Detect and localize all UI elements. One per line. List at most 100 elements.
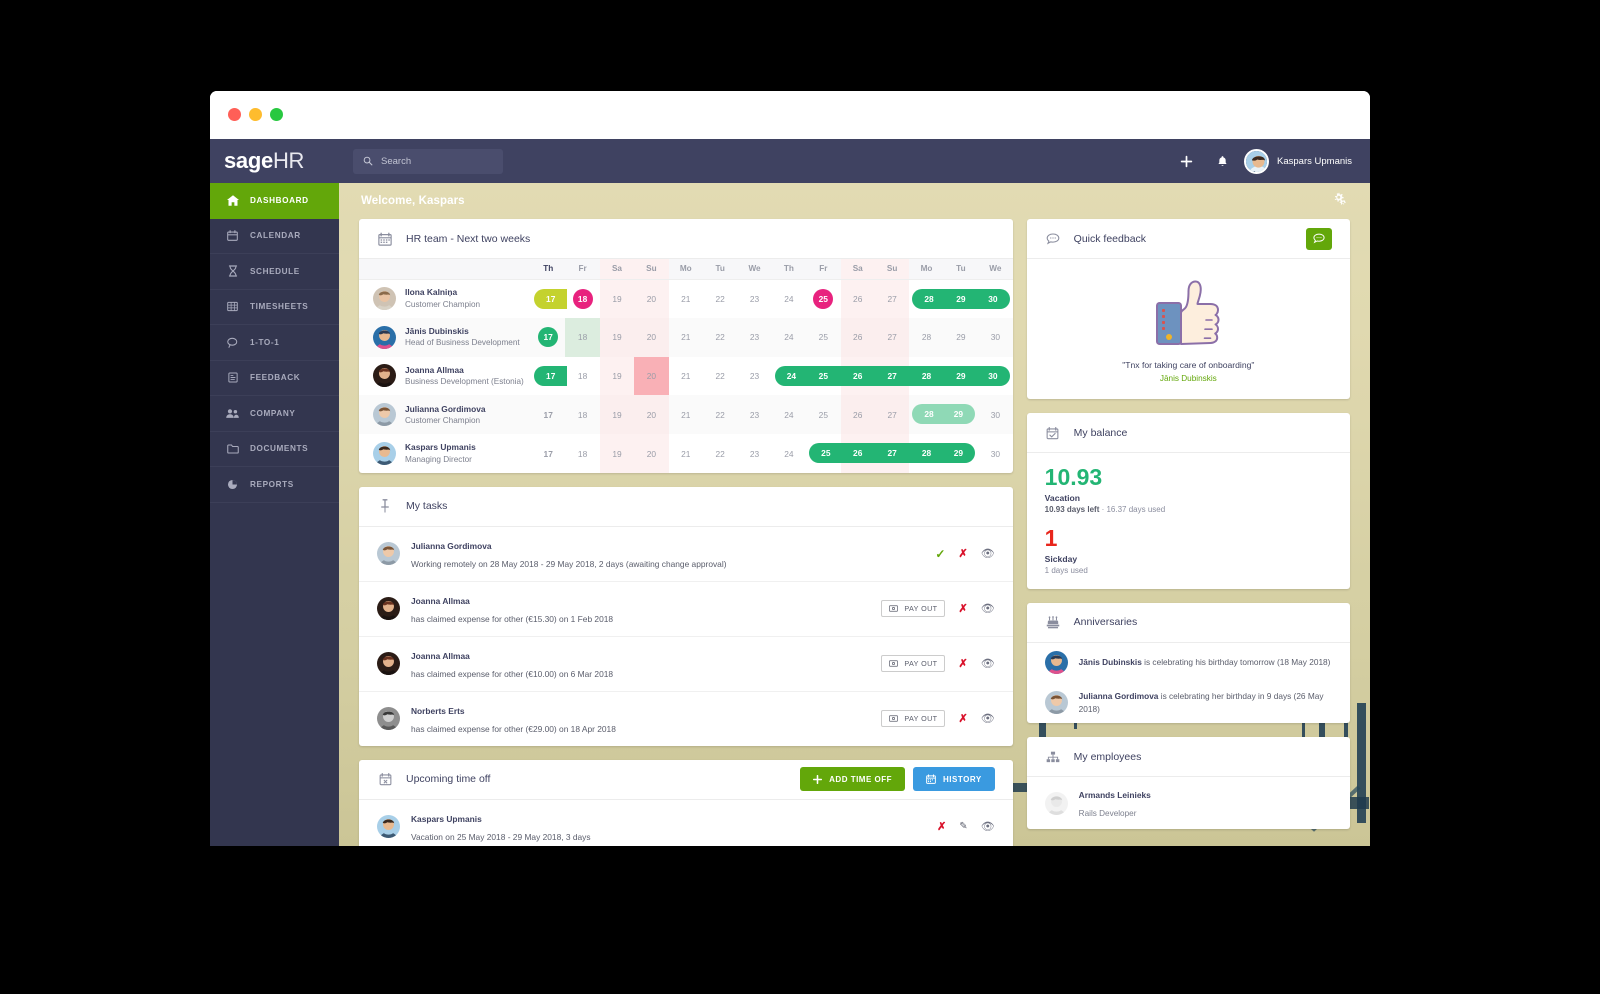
calendar-day-cell[interactable]: 17 bbox=[531, 317, 566, 357]
calendar-day-cell[interactable]: 26 bbox=[840, 395, 875, 435]
calendar-day-cell[interactable]: 24 bbox=[771, 395, 807, 435]
time-off-pill[interactable]: 30 bbox=[976, 365, 1010, 386]
sidebar-item-1to1[interactable]: 1-TO-1 bbox=[210, 325, 339, 361]
view-eye-icon[interactable]: 👁 bbox=[981, 602, 995, 615]
calendar-day-cell[interactable]: 18 bbox=[565, 357, 599, 396]
calendar-day-cell[interactable]: 22 bbox=[702, 395, 738, 435]
calendar-day-cell[interactable]: 30 bbox=[976, 279, 1013, 318]
sidebar-item-timesheets[interactable]: TIMESHEETS bbox=[210, 290, 339, 325]
table-row[interactable]: Jānis Dubinskis Head of Business Developm… bbox=[359, 317, 1013, 357]
calendar-day-cell[interactable]: 30 bbox=[976, 357, 1013, 396]
calendar-day-cell[interactable]: 27 bbox=[874, 279, 910, 318]
calendar-day-cell[interactable]: 21 bbox=[669, 279, 703, 318]
calendar-day-cell[interactable]: 17 bbox=[531, 357, 568, 396]
time-off-pill[interactable]: 26 bbox=[838, 365, 877, 386]
calendar-day-cell[interactable]: 23 bbox=[737, 317, 772, 357]
pay-out-button[interactable]: PAY OUT bbox=[881, 655, 946, 673]
time-off-pill[interactable]: 29 bbox=[941, 365, 981, 386]
task-row[interactable]: Julianna Gordimova Working remotely on 28… bbox=[359, 527, 1013, 582]
table-row[interactable]: Kaspars Upmanis Managing Director 17 18 19 20… bbox=[359, 434, 1013, 473]
calendar-day-cell[interactable]: 18 bbox=[565, 317, 600, 357]
calendar-day-cell[interactable]: 29 bbox=[941, 279, 981, 318]
calendar-day-cell[interactable]: 21 bbox=[668, 395, 703, 435]
sidebar-item-reports[interactable]: REPORTS bbox=[210, 467, 339, 503]
sidebar-item-dashboard[interactable]: DASHBOARD bbox=[210, 183, 339, 219]
calendar-day-cell[interactable]: 27 bbox=[872, 434, 912, 473]
time-off-pill[interactable]: 29 bbox=[941, 404, 976, 425]
calendar-day-cell[interactable]: 22 bbox=[703, 357, 737, 396]
time-off-pill[interactable]: 25 bbox=[804, 365, 843, 386]
balance-entry[interactable]: 1 Sickday 1 days used bbox=[1045, 525, 1332, 574]
gears-icon[interactable] bbox=[1332, 192, 1348, 211]
view-eye-icon[interactable]: 👁 bbox=[981, 547, 995, 560]
calendar-day-cell[interactable]: 29 bbox=[941, 357, 981, 396]
calendar-day-cell[interactable]: 24 bbox=[771, 317, 807, 357]
calendar-person-cell[interactable]: Jānis Dubinskis Head of Business Developm… bbox=[359, 317, 531, 357]
anniversary-row[interactable]: Jānis Dubinskis is celebrating his birth… bbox=[1027, 643, 1350, 682]
search-input[interactable]: Search bbox=[353, 148, 503, 174]
time-off-pill[interactable]: 30 bbox=[976, 288, 1010, 309]
balance-entry[interactable]: 10.93 Vacation 10.93 days left · 16.37 d… bbox=[1045, 465, 1332, 514]
calendar-day-cell[interactable]: 22 bbox=[702, 317, 738, 357]
calendar-day-cell[interactable]: 17 bbox=[531, 279, 568, 318]
time-off-pill[interactable]: 17 bbox=[534, 288, 568, 309]
calendar-day-cell[interactable]: 20 bbox=[634, 395, 669, 435]
calendar-day-cell[interactable]: 24 bbox=[772, 357, 809, 396]
history-button[interactable]: HISTORY bbox=[913, 767, 995, 792]
window-controls[interactable] bbox=[228, 108, 283, 121]
time-off-pill[interactable]: 29 bbox=[941, 288, 981, 309]
calendar-day-cell[interactable]: 21 bbox=[669, 434, 703, 473]
calendar-day-cell[interactable]: 19 bbox=[599, 279, 635, 318]
time-off-pill[interactable]: 18 bbox=[572, 288, 593, 309]
reject-x-icon[interactable]: ✗ bbox=[937, 820, 946, 833]
calendar-day-cell[interactable]: 20 bbox=[634, 434, 669, 473]
calendar-day-cell[interactable]: 22 bbox=[703, 434, 737, 473]
calendar-day-cell[interactable]: 28 bbox=[909, 317, 944, 357]
plus-icon[interactable] bbox=[1168, 139, 1204, 183]
reject-x-icon[interactable]: ✗ bbox=[958, 602, 967, 615]
calendar-day-cell[interactable]: 28 bbox=[907, 434, 946, 473]
calendar-person-cell[interactable]: Joanna Allmaa Business Development (Eston… bbox=[359, 357, 531, 396]
time-off-pill[interactable]: 28 bbox=[912, 288, 946, 309]
reject-x-icon[interactable]: ✗ bbox=[958, 547, 967, 560]
calendar-day-cell[interactable]: 26 bbox=[840, 279, 875, 318]
sidebar-item-documents[interactable]: DOCUMENTS bbox=[210, 432, 339, 467]
time-off-pill[interactable]: 17 bbox=[538, 326, 559, 347]
calendar-day-cell[interactable]: 25 bbox=[804, 357, 843, 396]
sidebar-item-feedback[interactable]: FEEDBACK bbox=[210, 361, 339, 396]
give-feedback-button[interactable] bbox=[1306, 227, 1332, 250]
calendar-day-cell[interactable]: 28 bbox=[909, 395, 946, 435]
minimize-window-button[interactable] bbox=[249, 108, 262, 121]
anniversary-person[interactable]: Julianna Gordimova bbox=[1079, 691, 1159, 701]
calendar-day-cell[interactable]: 24 bbox=[772, 279, 806, 318]
table-row[interactable]: Ilona Kalniņa Customer Champion 17 18 19 20 21… bbox=[359, 279, 1013, 318]
employee-row[interactable]: Armands Leinieks Rails Developer bbox=[1027, 777, 1350, 829]
calendar-day-cell[interactable]: 23 bbox=[737, 395, 772, 435]
calendar-day-cell[interactable]: 23 bbox=[737, 357, 771, 396]
add-time-off-button[interactable]: ADD TIME OFF bbox=[800, 767, 906, 792]
calendar-day-cell[interactable]: 25 bbox=[806, 279, 840, 318]
calendar-day-cell[interactable]: 19 bbox=[599, 317, 635, 357]
calendar-day-cell[interactable]: 18 bbox=[565, 434, 599, 473]
sidebar-item-calendar[interactable]: CALENDAR bbox=[210, 219, 339, 254]
calendar-day-cell[interactable]: 27 bbox=[872, 356, 912, 396]
calendar-day-cell[interactable]: 25 bbox=[806, 317, 841, 357]
time-off-row[interactable]: Kaspars Upmanis Vacation on 25 May 2018 -… bbox=[359, 800, 1013, 846]
view-eye-icon[interactable]: 👁 bbox=[981, 820, 995, 833]
calendar-day-cell[interactable]: 27 bbox=[874, 317, 910, 357]
time-off-pill[interactable]: 25 bbox=[813, 288, 834, 309]
calendar-person-cell[interactable]: Julianna Gordimova Customer Champion bbox=[359, 395, 531, 435]
calendar-day-cell[interactable]: 25 bbox=[806, 395, 841, 435]
calendar-day-cell[interactable]: 26 bbox=[838, 434, 877, 473]
calendar-day-cell[interactable]: 18 bbox=[565, 395, 600, 435]
calendar-person-cell[interactable]: Kaspars Upmanis Managing Director bbox=[359, 434, 531, 473]
task-row[interactable]: Joanna Allmaa has claimed expense for oth… bbox=[359, 582, 1013, 637]
calendar-day-cell[interactable]: 20 bbox=[634, 356, 669, 396]
calendar-day-cell[interactable]: 23 bbox=[737, 434, 771, 473]
anniversary-row[interactable]: Julianna Gordimova is celebrating her bi… bbox=[1027, 682, 1350, 724]
calendar-day-cell[interactable]: 30 bbox=[978, 434, 1013, 473]
calendar-person-cell[interactable]: Ilona Kalniņa Customer Champion bbox=[359, 279, 531, 318]
calendar-day-cell[interactable]: 19 bbox=[599, 395, 635, 435]
task-row[interactable]: Norberts Erts has claimed expense for oth… bbox=[359, 692, 1013, 746]
table-row[interactable]: Julianna Gordimova Customer Champion 17 18 1… bbox=[359, 395, 1013, 435]
